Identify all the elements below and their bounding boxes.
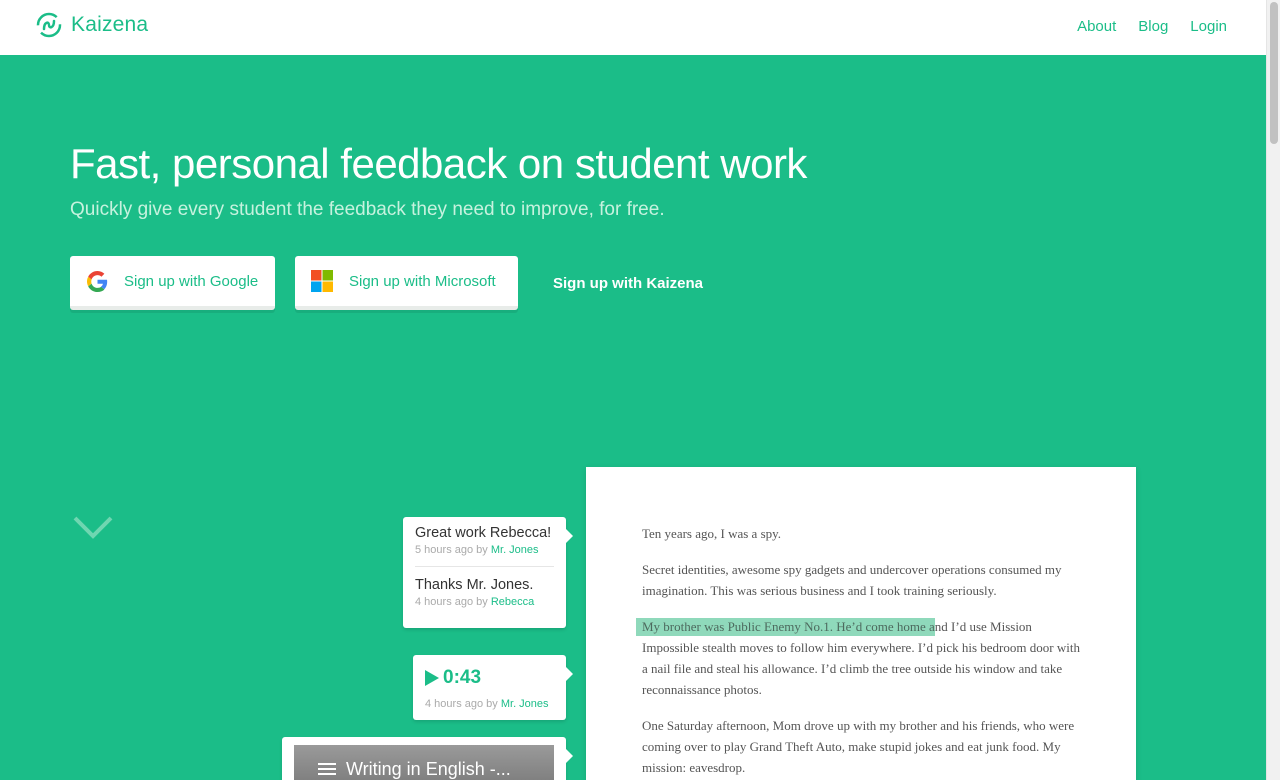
kaizena-logo-icon — [36, 12, 62, 38]
signup-microsoft-button[interactable]: Sign up with Microsoft — [295, 256, 518, 310]
top-nav: About Blog Login — [1077, 18, 1227, 35]
comment-time: 5 hours ago by — [415, 544, 488, 556]
audio-time: 4 hours ago by — [425, 698, 498, 710]
doc-paragraph: Secret identities, awesome spy gadgets a… — [642, 562, 1062, 598]
audio-meta: 4 hours ago by Mr. Jones — [413, 692, 566, 710]
audio-author[interactable]: Mr. Jones — [501, 698, 549, 710]
audio-comment-card[interactable]: 0:43 4 hours ago by Mr. Jones — [413, 655, 573, 720]
audio-player[interactable]: 0:43 — [413, 655, 566, 689]
comment-text: Thanks Mr. Jones. — [415, 577, 534, 593]
comment-divider — [415, 566, 554, 567]
signup-google-label: Sign up with Google — [124, 272, 259, 290]
site-header: Kaizena About Blog Login — [0, 0, 1266, 55]
brand-logo[interactable]: Kaizena — [36, 12, 148, 38]
microsoft-icon — [311, 270, 333, 292]
play-icon[interactable] — [425, 670, 439, 686]
video-thumbnail[interactable]: Writing in English -... — [294, 745, 554, 780]
doc-paragraph: One Saturday afternoon, Mom drove up wit… — [642, 718, 1075, 775]
doc-paragraph: Ten years ago, I was a spy. — [642, 526, 782, 541]
google-icon — [86, 270, 108, 292]
comment-author[interactable]: Rebecca — [491, 596, 534, 608]
doc-paragraph: My brother was Public Enemy No.1. He’d c… — [642, 616, 1082, 700]
hero-title: Fast, personal feedback on student work — [70, 140, 807, 187]
doc-highlight[interactable]: My brother was Public Enemy No.1. He’d c… — [642, 618, 935, 636]
audio-duration: 0:43 — [443, 667, 482, 688]
scrollbar-thumb[interactable] — [1270, 2, 1278, 144]
brand-name: Kaizena — [71, 13, 149, 36]
signup-microsoft-label: Sign up with Microsoft — [349, 272, 496, 290]
nav-about-link[interactable]: About — [1077, 18, 1116, 35]
signup-google-button[interactable]: Sign up with Google — [70, 256, 275, 310]
student-document: Ten years ago, I was a spy. Secret ident… — [586, 467, 1136, 780]
comment-item: Great work Rebecca! 5 hours ago by Mr. J… — [403, 517, 566, 556]
comment-author[interactable]: Mr. Jones — [491, 544, 539, 556]
comment-meta: 4 hours ago by Rebecca — [415, 596, 554, 608]
chevron-down-icon[interactable] — [72, 515, 114, 541]
video-comment-card[interactable]: Writing in English -... — [282, 737, 573, 780]
comment-text: Great work Rebecca! — [415, 525, 552, 541]
video-title: Writing in English -... — [346, 759, 511, 779]
comment-item: Thanks Mr. Jones. 4 hours ago by Rebecca — [403, 577, 566, 608]
signup-kaizena-link[interactable]: Sign up with Kaizena — [553, 275, 703, 292]
comment-time: 4 hours ago by — [415, 596, 488, 608]
hero-subtitle: Quickly give every student the feedback … — [70, 199, 665, 220]
page-scrollbar[interactable] — [1266, 0, 1280, 780]
playlist-icon — [318, 763, 336, 777]
comment-meta: 5 hours ago by Mr. Jones — [415, 544, 554, 556]
nav-blog-link[interactable]: Blog — [1138, 18, 1168, 35]
comment-thread-card[interactable]: Great work Rebecca! 5 hours ago by Mr. J… — [403, 517, 573, 628]
nav-login-link[interactable]: Login — [1190, 18, 1227, 35]
